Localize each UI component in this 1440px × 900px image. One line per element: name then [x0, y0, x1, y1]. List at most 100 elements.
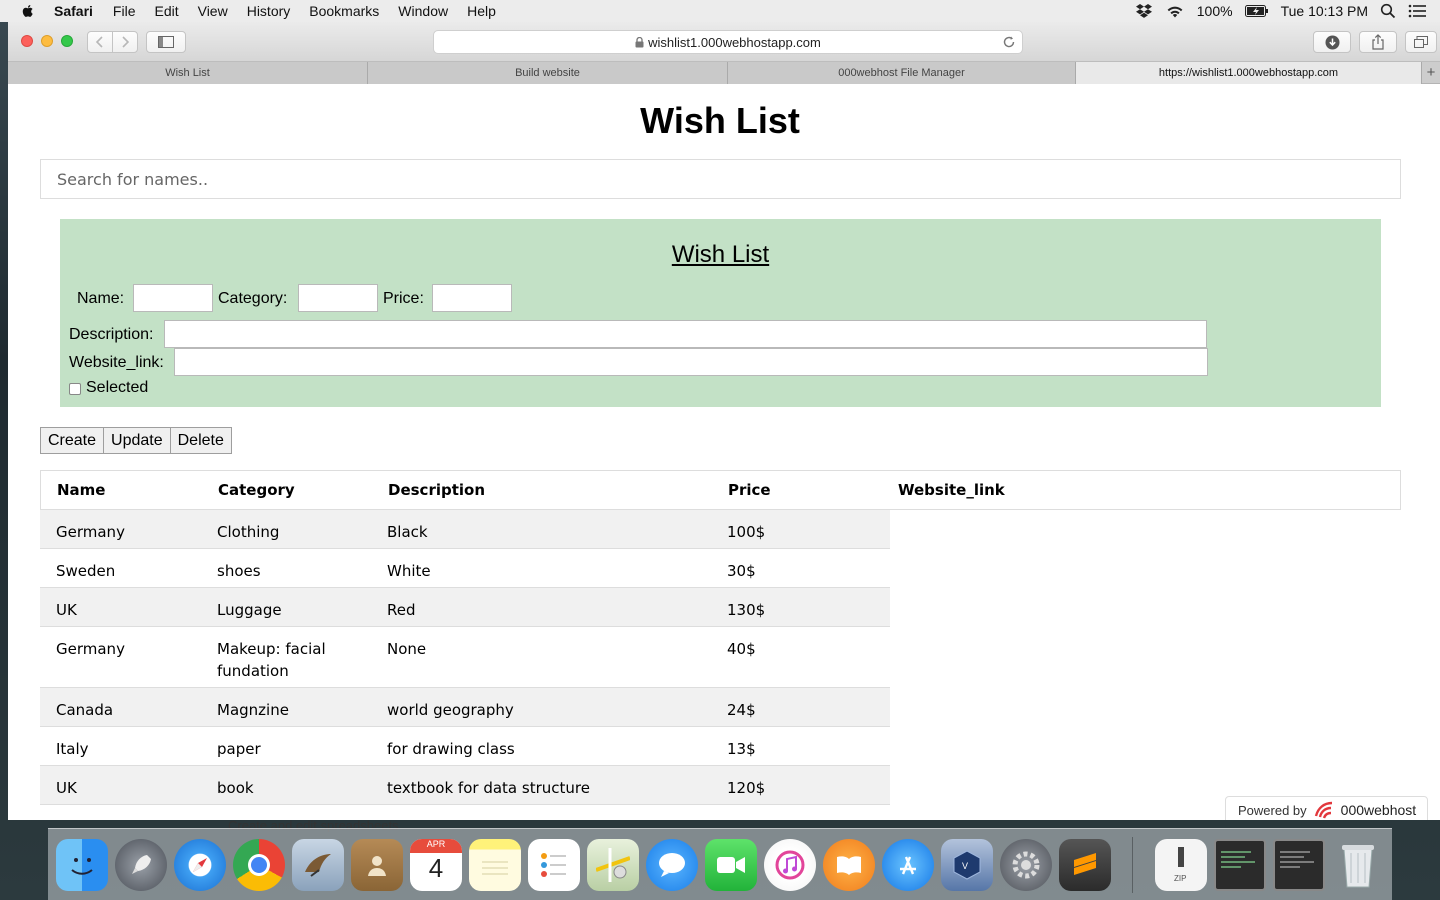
tab-bar: Wish List Build website 000webhost File …: [8, 62, 1440, 84]
tab-wish-list[interactable]: Wish List: [8, 62, 368, 84]
table-row[interactable]: Sweden shoes White 30$: [40, 549, 890, 588]
cell-category: Magnzine: [217, 701, 289, 719]
messages-icon[interactable]: [646, 838, 698, 891]
ibooks-icon[interactable]: [823, 838, 875, 891]
menu-help[interactable]: Help: [467, 3, 496, 19]
menu-window[interactable]: Window: [398, 3, 448, 19]
battery-icon[interactable]: [1244, 5, 1269, 17]
cell-category: paper: [217, 740, 261, 758]
tabs-icon: [1414, 36, 1428, 48]
facetime-icon[interactable]: [705, 838, 757, 891]
system-preferences-icon[interactable]: [1000, 838, 1052, 891]
webhost-logo-icon: [1314, 801, 1332, 819]
window-thumbnail-1[interactable]: [1214, 838, 1266, 891]
launchpad-icon[interactable]: [115, 838, 167, 891]
apple-icon[interactable]: [20, 3, 36, 19]
table-row[interactable]: UK Luggage Red 130$: [40, 588, 890, 627]
header-description[interactable]: Description: [372, 481, 712, 499]
downloads-button[interactable]: [1313, 31, 1351, 53]
tab-wishlist-site[interactable]: https://wishlist1.000webhostapp.com: [1076, 62, 1422, 84]
price-input[interactable]: [432, 284, 512, 312]
address-bar[interactable]: wishlist1.000webhostapp.com: [433, 30, 1023, 54]
update-button[interactable]: Update: [103, 427, 171, 454]
share-icon: [1372, 34, 1384, 50]
header-category[interactable]: Category: [202, 481, 372, 499]
finder-icon[interactable]: [56, 838, 108, 891]
header-price[interactable]: Price: [712, 481, 882, 499]
table-row[interactable]: UK book textbook for data structure 120$: [40, 766, 890, 805]
clock[interactable]: Tue 10:13 PM: [1281, 3, 1368, 19]
safari-window: wishlist1.000webhostapp.com Wish List Bu…: [8, 22, 1440, 820]
fullscreen-window-button[interactable]: [61, 35, 73, 47]
reload-icon[interactable]: [1002, 35, 1016, 49]
calendar-icon[interactable]: APR 4: [410, 838, 462, 891]
sidebar-button[interactable]: [146, 31, 186, 53]
lock-icon: [635, 36, 644, 47]
tab-label: https://wishlist1.000webhostapp.com: [1158, 67, 1339, 79]
spotlight-icon[interactable]: [1380, 3, 1396, 19]
sublime-text-icon[interactable]: [1059, 838, 1111, 891]
powered-by-label: Powered by: [1238, 802, 1307, 818]
delete-button[interactable]: Delete: [169, 427, 232, 454]
chrome-icon[interactable]: [233, 838, 285, 891]
cell-name: Germany: [56, 523, 125, 541]
create-button[interactable]: Create: [40, 427, 105, 454]
maps-icon[interactable]: [587, 838, 639, 891]
app-store-icon[interactable]: [882, 838, 934, 891]
category-input[interactable]: [298, 284, 378, 312]
selected-label: Selected: [86, 379, 149, 396]
table-row[interactable]: Canada Magnzine world geography 24$: [40, 688, 890, 727]
menu-view[interactable]: View: [198, 3, 228, 19]
wish-table: Name Category Description Price Website_…: [40, 470, 1401, 805]
menu-history[interactable]: History: [247, 3, 291, 19]
search-input[interactable]: [40, 159, 1401, 199]
menu-file[interactable]: File: [113, 3, 136, 19]
description-input[interactable]: [164, 320, 1207, 348]
tab-label: 000webhost File Manager: [838, 67, 965, 79]
table-row[interactable]: Germany Makeup: facial fundation None 40…: [40, 627, 890, 688]
plus-icon: +: [1426, 64, 1436, 81]
back-button[interactable]: [87, 31, 113, 53]
zip-archive-icon[interactable]: ZIP: [1155, 838, 1207, 891]
safari-icon[interactable]: [174, 838, 226, 891]
powered-by-badge[interactable]: Powered by 000webhost: [1225, 796, 1428, 820]
cell-price: 24$: [727, 701, 756, 719]
forward-button[interactable]: [112, 31, 138, 53]
cell-category: Clothing: [217, 523, 280, 541]
table-row[interactable]: Germany Clothing Black 100$: [40, 510, 890, 549]
status-area: 100% Tue 10:13 PM: [1135, 0, 1426, 22]
menu-bar: Safari File Edit View History Bookmarks …: [0, 0, 1440, 22]
menu-bookmarks[interactable]: Bookmarks: [309, 3, 379, 19]
svg-text:ZIP: ZIP: [1174, 874, 1186, 883]
virtualbox-icon[interactable]: V: [941, 838, 993, 891]
cell-description: Black: [387, 523, 428, 541]
notes-icon[interactable]: [469, 838, 521, 891]
name-input[interactable]: [133, 284, 213, 312]
share-button[interactable]: [1359, 31, 1397, 53]
tab-overview-button[interactable]: [1405, 31, 1437, 53]
new-tab-button[interactable]: +: [1422, 62, 1440, 83]
selected-checkbox[interactable]: [69, 383, 81, 395]
itunes-icon[interactable]: [764, 838, 816, 891]
cell-category: shoes: [217, 562, 261, 580]
tab-file-manager[interactable]: 000webhost File Manager: [728, 62, 1076, 84]
cell-description: White: [387, 562, 431, 580]
contacts-icon[interactable]: [351, 838, 403, 891]
tab-build-website[interactable]: Build website: [368, 62, 728, 84]
header-name[interactable]: Name: [41, 481, 202, 499]
notification-center-icon[interactable]: [1408, 4, 1426, 18]
mail-icon[interactable]: [292, 838, 344, 891]
reminders-icon[interactable]: [528, 838, 580, 891]
window-thumbnail-2[interactable]: [1273, 838, 1325, 891]
website-input[interactable]: [174, 348, 1208, 376]
cell-name: Sweden: [56, 562, 116, 580]
header-website-link[interactable]: Website_link: [882, 481, 1400, 499]
wifi-icon[interactable]: [1165, 4, 1185, 19]
menu-edit[interactable]: Edit: [154, 3, 178, 19]
table-row[interactable]: Italy paper for drawing class 13$: [40, 727, 890, 766]
dropbox-icon[interactable]: [1135, 3, 1153, 19]
close-window-button[interactable]: [21, 35, 33, 47]
minimize-window-button[interactable]: [41, 35, 53, 47]
trash-icon[interactable]: [1332, 839, 1384, 891]
app-menu-safari[interactable]: Safari: [54, 3, 93, 19]
